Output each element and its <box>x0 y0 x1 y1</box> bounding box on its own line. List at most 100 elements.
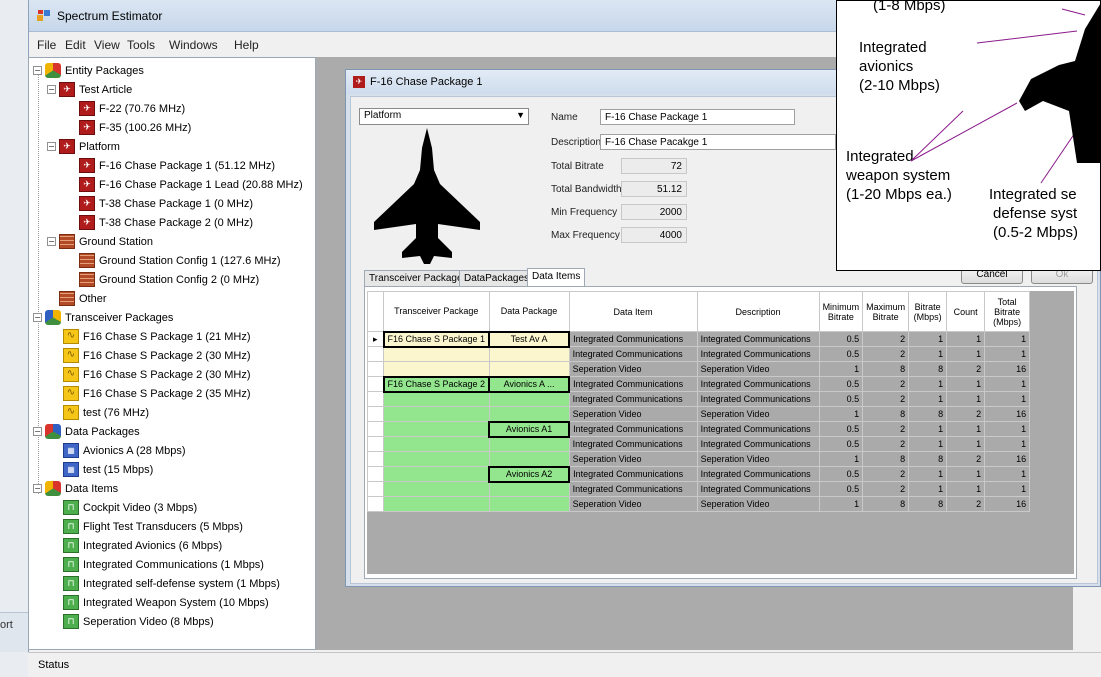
grid-cell[interactable]: 1 <box>946 481 986 497</box>
tree-item-platform-4[interactable]: ✈ T-38 Chase Package 2 (0 MHz) <box>79 213 253 232</box>
grid-cell[interactable]: 2 <box>862 421 910 437</box>
min-frequency-value[interactable]: 2000 <box>621 204 687 220</box>
tree-item-data-package-1[interactable]: ▦ Avionics A (28 Mbps) <box>63 441 186 460</box>
tree-item-data-1[interactable]: ⊓ Cockpit Video (3 Mbps) <box>63 498 197 517</box>
grid-cell[interactable] <box>488 346 570 362</box>
collapse-icon[interactable]: − <box>47 85 56 94</box>
grid-cell[interactable] <box>383 451 490 467</box>
grid-cell[interactable]: 0.5 <box>818 436 864 452</box>
grid-cell[interactable]: Integrated Communications <box>696 391 820 407</box>
grid-cell[interactable]: 8 <box>908 406 948 422</box>
grid-cell[interactable]: 2 <box>946 496 986 512</box>
tree-item-platform-1[interactable]: ✈ F-16 Chase Package 1 (51.12 MHz) <box>79 156 275 175</box>
grid-cell[interactable]: 1 <box>946 391 986 407</box>
max-frequency-value[interactable]: 4000 <box>621 227 687 243</box>
table-row[interactable]: Seperation Video Seperation Video 1 8 8 2 16 <box>367 496 1031 512</box>
tree-item-data-package-2[interactable]: ▦ test (15 Mbps) <box>63 460 153 479</box>
tree-item-data-2[interactable]: ⊓ Flight Test Transducers (5 Mbps) <box>63 517 243 536</box>
row-selector[interactable] <box>367 391 384 407</box>
table-row[interactable]: Seperation Video Seperation Video 1 8 8 2 16 <box>367 451 1031 467</box>
grid-cell[interactable]: 0.5 <box>818 481 864 497</box>
row-selector[interactable] <box>367 436 384 452</box>
collapse-icon[interactable]: − <box>47 237 56 246</box>
grid-cell[interactable]: 8 <box>862 451 910 467</box>
tree-item-transceiver-1[interactable]: ∿ F16 Chase S Package 1 (21 MHz) <box>63 327 251 346</box>
tree-item-transceiver-3[interactable]: ∿ F16 Chase S Package 2 (30 MHz) <box>63 365 251 384</box>
row-selector[interactable] <box>367 376 384 392</box>
grid-cell[interactable] <box>383 406 490 422</box>
column-header[interactable]: Maximum Bitrate <box>862 291 910 332</box>
grid-cell[interactable]: 8 <box>862 361 910 377</box>
grid-cell[interactable]: 2 <box>862 436 910 452</box>
grid-cell[interactable] <box>383 496 490 512</box>
data-items-grid[interactable]: Transceiver Package Data Package Data It… <box>367 291 1074 574</box>
grid-cell[interactable]: 8 <box>862 406 910 422</box>
table-row[interactable]: Avionics A2 Integrated Communications Inte… <box>367 465 1031 483</box>
tree-item-transceiver-5[interactable]: ∿ test (76 MHz) <box>63 403 149 422</box>
grid-cell[interactable]: 0.5 <box>818 466 864 482</box>
grid-cell[interactable]: Integrated Communications <box>568 481 698 497</box>
grid-cell[interactable] <box>488 391 570 407</box>
grid-cell[interactable]: 2 <box>862 331 910 347</box>
grid-cell[interactable]: 16 <box>984 451 1031 467</box>
tree-item-platform-3[interactable]: ✈ T-38 Chase Package 1 (0 MHz) <box>79 194 253 213</box>
tree-item-data-6[interactable]: ⊓ Integrated Weapon System (10 Mbps) <box>63 593 269 612</box>
grid-cell[interactable]: 8 <box>908 451 948 467</box>
grid-cell[interactable] <box>383 466 490 482</box>
row-selector[interactable] <box>367 466 384 482</box>
tree-item-ground-1[interactable]: Ground Station Config 1 (127.6 MHz) <box>79 251 281 270</box>
table-row[interactable]: Integrated Communications Integrated Comm… <box>367 481 1031 497</box>
tab-data-packages[interactable]: DataPackages <box>459 270 535 287</box>
grid-cell[interactable]: 1 <box>984 466 1031 482</box>
column-header[interactable]: Description <box>696 291 820 332</box>
table-row[interactable]: Seperation Video Seperation Video 1 8 8 2 16 <box>367 361 1031 377</box>
row-selector[interactable] <box>367 361 384 377</box>
tree-item-data-5[interactable]: ⊓ Integrated self-defense system (1 Mbps) <box>63 574 280 593</box>
grid-cell[interactable] <box>488 436 570 452</box>
grid-cell[interactable]: Integrated Communications <box>568 346 698 362</box>
table-row[interactable]: Integrated Communications Integrated Comm… <box>367 391 1031 407</box>
grid-cell[interactable]: Seperation Video <box>696 496 820 512</box>
grid-cell[interactable]: 16 <box>984 406 1031 422</box>
tab-transceiver-packages[interactable]: Transceiver Packages <box>364 270 473 287</box>
grid-cell[interactable] <box>383 421 490 437</box>
grid-cell[interactable]: 1 <box>946 421 986 437</box>
row-selector[interactable] <box>367 406 384 422</box>
tree-item-transceiver-4[interactable]: ∿ F16 Chase S Package 2 (35 MHz) <box>63 384 251 403</box>
grid-cell[interactable]: 0.5 <box>818 421 864 437</box>
grid-cell[interactable]: Seperation Video <box>568 361 698 377</box>
tree-item-ground-2[interactable]: Ground Station Config 2 (0 MHz) <box>79 270 259 289</box>
tree-node-data-items[interactable]: − Data Items <box>33 479 118 498</box>
tree-node-test-article[interactable]: − ✈ Test Article <box>47 80 132 99</box>
tree-node-entity-packages[interactable]: − Entity Packages <box>33 61 144 80</box>
grid-cell[interactable]: 2 <box>946 451 986 467</box>
grid-cell[interactable]: Integrated Communications <box>696 481 820 497</box>
table-row[interactable]: Seperation Video Seperation Video 1 8 8 2 16 <box>367 406 1031 422</box>
grid-cell[interactable]: 1 <box>908 481 948 497</box>
grid-cell[interactable]: 1 <box>946 376 986 392</box>
collapse-icon[interactable]: − <box>33 427 42 436</box>
grid-cell[interactable] <box>383 346 490 362</box>
row-selector[interactable]: ▸ <box>367 331 384 347</box>
tree-node-other[interactable]: Other <box>59 289 107 308</box>
grid-cell[interactable]: Integrated Communications <box>696 331 820 347</box>
tree-node-data-packages[interactable]: − Data Packages <box>33 422 140 441</box>
grid-cell[interactable]: 2 <box>862 466 910 482</box>
table-row[interactable]: Integrated Communications Integrated Comm… <box>367 346 1031 362</box>
grid-cell[interactable]: 2 <box>946 361 986 377</box>
name-field[interactable]: F-16 Chase Package 1 <box>600 109 795 125</box>
collapse-icon[interactable]: − <box>33 66 42 75</box>
tree-item-data-7[interactable]: ⊓ Seperation Video (8 Mbps) <box>63 612 214 631</box>
grid-cell[interactable] <box>383 436 490 452</box>
tree-node-platform[interactable]: − ✈ Platform <box>47 137 120 156</box>
grid-cell[interactable]: 8 <box>908 496 948 512</box>
grid-cell[interactable]: 1 <box>946 436 986 452</box>
grid-cell[interactable]: 1 <box>908 436 948 452</box>
row-selector[interactable] <box>367 481 384 497</box>
menu-windows[interactable]: Windows <box>169 38 218 52</box>
grid-cell[interactable]: 1 <box>946 346 986 362</box>
menu-tools[interactable]: Tools <box>127 38 155 52</box>
tree-node-ground-station[interactable]: − Ground Station <box>47 232 153 251</box>
platform-type-select[interactable]: Platform ▼ <box>359 108 529 125</box>
grid-cell[interactable]: Integrated Communications <box>568 376 698 392</box>
